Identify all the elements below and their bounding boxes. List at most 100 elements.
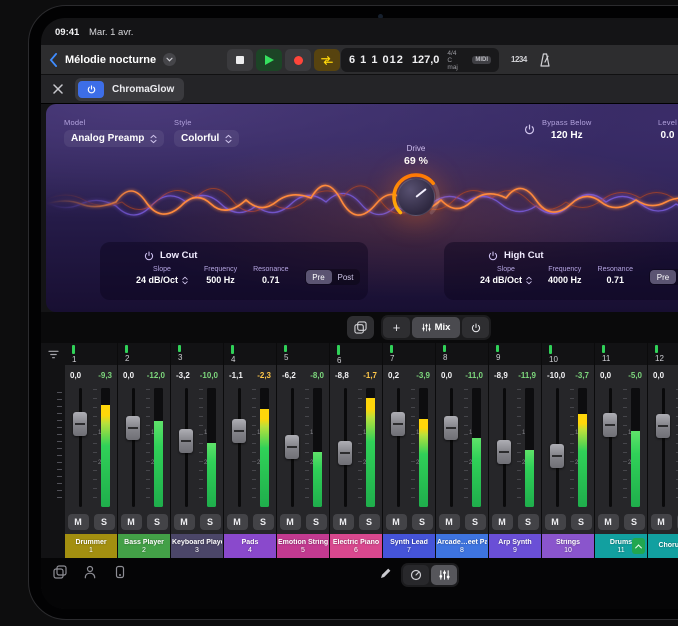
fader-track[interactable] (496, 388, 512, 507)
session-player-icon[interactable] (83, 565, 97, 579)
model-control[interactable]: Model Analog Preamp (64, 118, 164, 147)
solo-button[interactable]: S (624, 514, 645, 530)
expand-stack-button[interactable] (632, 538, 645, 554)
controller-icon[interactable] (113, 565, 127, 579)
pre-button[interactable]: Pre (306, 270, 332, 284)
metronome-icon[interactable] (539, 53, 551, 67)
bypass-below-control[interactable]: Bypass Below 120 Hz (524, 118, 592, 141)
mixer-view-button[interactable] (431, 565, 457, 585)
play-button[interactable] (256, 49, 282, 71)
mute-button[interactable]: M (280, 514, 301, 530)
mix-button[interactable]: Mix (412, 317, 460, 338)
track-name-block[interactable]: Pads 4 (224, 534, 276, 558)
fader-handle[interactable] (550, 444, 564, 468)
solo-button[interactable]: S (518, 514, 539, 530)
fader-handle[interactable] (391, 412, 405, 436)
solo-button[interactable]: S (200, 514, 221, 530)
fader-track[interactable] (443, 388, 459, 507)
fader-track[interactable] (549, 388, 565, 507)
solo-button[interactable]: S (147, 514, 168, 530)
fader-track[interactable] (125, 388, 141, 507)
track-name-block[interactable]: Drummer 1 (65, 534, 117, 558)
fader-track[interactable] (390, 388, 406, 507)
fader-track[interactable] (337, 388, 353, 507)
track-name-block[interactable]: Emotion Strings 5 (277, 534, 329, 558)
mute-button[interactable]: M (545, 514, 566, 530)
cycle-button[interactable] (314, 49, 340, 71)
track-name-block[interactable]: Chorus V (648, 534, 678, 558)
mute-button[interactable]: M (333, 514, 354, 530)
mixer-power-button[interactable] (462, 317, 489, 338)
plugin-power-button[interactable] (78, 81, 104, 98)
slope-field[interactable]: Slope 24 dB/Oct (136, 266, 188, 285)
frequency-field[interactable]: Frequency 500 Hz (204, 266, 237, 285)
track-name-block[interactable]: Electric Piano 6 (330, 534, 382, 558)
fader-track[interactable] (72, 388, 88, 507)
record-button[interactable] (285, 49, 311, 71)
fader-handle[interactable] (73, 412, 87, 436)
fader-handle[interactable] (497, 440, 511, 464)
solo-button[interactable]: S (412, 514, 433, 530)
drive-knob[interactable] (389, 170, 443, 224)
track-name-block[interactable]: Bass Player 2 (118, 534, 170, 558)
solo-button[interactable]: S (94, 514, 115, 530)
style-control[interactable]: Style Colorful (174, 118, 239, 147)
mute-button[interactable]: M (121, 514, 142, 530)
filter-icon[interactable] (48, 350, 59, 359)
pre-button[interactable]: Pre (650, 270, 676, 284)
solo-button[interactable]: S (359, 514, 380, 530)
close-icon[interactable] (53, 84, 63, 94)
track-name-block[interactable]: Arcade…eet Pad 8 (436, 534, 488, 558)
resonance-field[interactable]: Resonance 0.71 (253, 266, 288, 285)
mute-button[interactable]: M (651, 514, 672, 530)
mute-button[interactable]: M (68, 514, 89, 530)
level-control[interactable]: Level 0.0 (658, 118, 677, 141)
track-name-block[interactable]: Arp Synth 9 (489, 534, 541, 558)
count-in-button[interactable]: 1234 (511, 55, 527, 64)
fader-track[interactable] (231, 388, 247, 507)
fader-handle[interactable] (603, 413, 617, 437)
controls-view-button[interactable] (403, 565, 429, 585)
track-name-block[interactable]: Keyboard Player 3 (171, 534, 223, 558)
solo-button[interactable]: S (571, 514, 592, 530)
solo-button[interactable]: S (306, 514, 327, 530)
back-chevron-icon[interactable] (49, 53, 58, 67)
power-icon[interactable] (488, 251, 498, 261)
pencil-icon[interactable] (379, 567, 392, 580)
windows-icon[interactable] (53, 565, 67, 579)
mute-button[interactable]: M (439, 514, 460, 530)
fader-track[interactable] (602, 388, 618, 507)
fader-handle[interactable] (285, 435, 299, 459)
mute-button[interactable]: M (598, 514, 619, 530)
fader-track[interactable] (655, 388, 671, 507)
slope-field[interactable]: Slope 24 dB/Oct (480, 266, 532, 285)
fader-handle[interactable] (444, 416, 458, 440)
title-menu-button[interactable] (163, 53, 176, 66)
track-name-block[interactable]: Synth Lead 7 (383, 534, 435, 558)
post-button[interactable]: Post (333, 270, 359, 284)
track-name-block[interactable]: Strings 10 (542, 534, 594, 558)
add-track-button[interactable]: + (383, 317, 410, 338)
power-icon[interactable] (144, 251, 154, 261)
resonance-field[interactable]: Resonance 0.71 (598, 266, 633, 285)
fader-track[interactable] (284, 388, 300, 507)
mute-button[interactable]: M (386, 514, 407, 530)
mute-button[interactable]: M (174, 514, 195, 530)
track-name: Pads (242, 539, 259, 546)
layers-button[interactable] (347, 316, 374, 339)
stop-button[interactable] (227, 49, 253, 71)
track-name-block[interactable]: Drums 11 (595, 534, 647, 558)
fader-track[interactable] (178, 388, 194, 507)
frequency-field[interactable]: Frequency 4000 Hz (548, 266, 582, 285)
mute-button[interactable]: M (492, 514, 513, 530)
mute-button[interactable]: M (227, 514, 248, 530)
solo-button[interactable]: S (465, 514, 486, 530)
fader-handle[interactable] (179, 429, 193, 453)
project-title[interactable]: Mélodie nocturne (65, 54, 156, 66)
fader-handle[interactable] (656, 414, 670, 438)
lcd-display[interactable]: 6 1 1 012 127,0 4/4 C maj MIDI (341, 48, 499, 72)
fader-handle[interactable] (232, 419, 246, 443)
fader-handle[interactable] (126, 416, 140, 440)
fader-handle[interactable] (338, 441, 352, 465)
solo-button[interactable]: S (253, 514, 274, 530)
